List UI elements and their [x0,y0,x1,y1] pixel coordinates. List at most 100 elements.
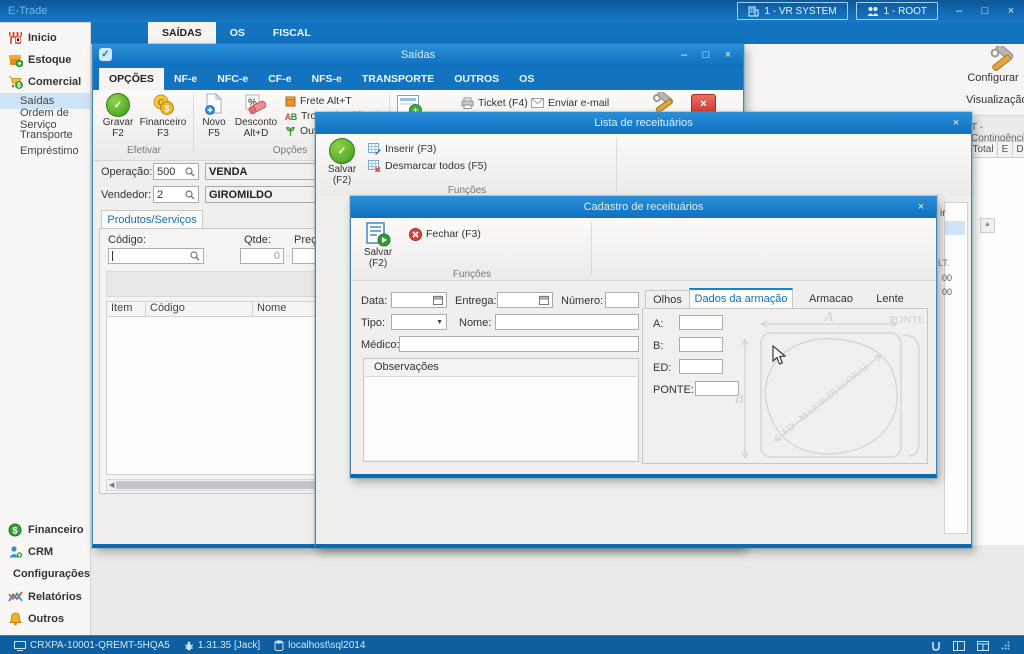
search-icon[interactable] [185,190,195,200]
tab-os[interactable]: OS [216,22,259,44]
close-icon[interactable]: × [945,117,967,129]
tab-nfce[interactable]: NFC-e [207,68,258,90]
dollar-circle-icon: $ [8,523,23,537]
diagram-b-label: B [735,392,744,407]
novo-shortcut: F5 [197,128,231,139]
minimize-icon[interactable]: – [673,49,695,61]
configure-label[interactable]: Configurar [962,72,1024,84]
tab-nfse[interactable]: NFS-e [302,68,352,90]
tab-lente[interactable]: Lente [867,290,913,308]
magnet-icon[interactable] [931,641,941,651]
resize-grip[interactable] [1001,641,1010,650]
desmarcar-todos-button[interactable]: Desmarcar todos (F5) [368,159,487,173]
entrega-input[interactable] [497,292,553,308]
search-icon[interactable] [185,167,195,177]
tab-opcoes[interactable]: OPÇÕES [99,68,164,90]
field-a-input[interactable] [679,315,723,330]
bug-icon [184,641,194,651]
sidebar-item-emprestimo[interactable]: Empréstimo [0,143,90,159]
configure-tools-icon[interactable] [988,46,1016,72]
sidebar-item-outros[interactable]: Outros [0,610,90,628]
close-icon[interactable]: × [717,49,739,61]
saidas-titlebar[interactable]: ✓ Saídas – □ × [93,44,743,66]
tab-saidas[interactable]: SAÍDAS [148,22,216,44]
scroll-up-arrow[interactable]: ▲ [980,218,995,233]
tab-cfe[interactable]: CF-e [258,68,301,90]
sidebar-item-configuracoes[interactable]: Configurações [0,565,90,583]
observacoes-label: Observações [374,361,439,373]
fechar-button[interactable]: Fechar (F3) [409,227,481,241]
sidebar-item-ordem-de-servico[interactable]: Ordem de Serviço [0,111,90,127]
window-layout-icon[interactable] [977,641,989,651]
tab-dados-da-armacao[interactable]: Dados da armação [689,288,793,308]
sidebar-item-estoque[interactable]: Estoque [0,51,90,69]
background-grid-body [968,158,1024,545]
sidebar-item-financeiro[interactable]: $ Financeiro [0,521,90,539]
tools-icon[interactable] [651,92,677,114]
company-button[interactable]: 1 - VR SYSTEM [737,2,847,20]
maximize-icon[interactable]: □ [695,49,717,61]
vendedor-label: Vendedor: [101,189,151,201]
scroll-left-arrow[interactable]: ◀ [109,481,114,489]
sidebar-item-comercial[interactable]: $ Comercial [0,73,90,91]
field-ed-input[interactable] [679,359,723,374]
tab-nfe[interactable]: NF-e [164,68,207,90]
observacoes-textarea[interactable] [365,376,637,460]
desconto-button[interactable]: % Desconto Alt+D [233,93,279,139]
save-check-icon: ✓ [106,93,130,117]
panel-layout-icon[interactable] [953,641,965,651]
column-header-codigo[interactable]: Código [146,302,253,316]
sidebar-item-crm[interactable]: CRM [0,543,90,561]
tab-outros[interactable]: OUTROS [444,68,509,90]
data-input[interactable] [391,292,447,308]
sidebar-item-transporte[interactable]: Transporte [0,127,90,143]
financeiro-button[interactable]: C$ Financeiro F3 [137,93,189,139]
calendar-icon[interactable] [539,295,549,305]
inserir-button[interactable]: Inserir (F3) [368,142,436,156]
cadastro-titlebar[interactable]: Cadastro de receituários × [351,196,936,218]
grid-value-fragment: 00 [942,273,952,283]
ticket-button[interactable]: Ticket (F4) [461,96,528,110]
tab-armacao[interactable]: Armacao [801,290,861,308]
sidebar-item-label: Comercial [28,76,81,88]
numero-input[interactable] [605,292,639,308]
user-label: 1 - ROOT [884,6,927,17]
save-check-icon: ✓ [329,138,355,164]
tab-olhos[interactable]: Olhos [645,290,689,308]
medico-input[interactable] [399,336,639,352]
tab-fiscal[interactable]: FISCAL [259,22,325,44]
sidebar-item-inicio[interactable]: Inicio [0,29,90,47]
search-icon[interactable] [190,251,200,261]
tab-transporte[interactable]: TRANSPORTE [352,68,444,90]
qtde-input[interactable]: 0 [240,248,284,264]
gravar-button[interactable]: ✓ Gravar F2 [99,93,137,139]
sidebar-item-relatorios[interactable]: Relatórios [0,588,90,606]
user-button[interactable]: 1 - ROOT [856,2,938,20]
field-b-input[interactable] [679,337,723,352]
vendedor-code-input[interactable]: 2 [153,186,199,203]
tipo-select[interactable]: ▼ [391,314,447,330]
diagram-a-label: A [824,311,834,325]
close-screen-button[interactable]: × [691,94,716,114]
lista-salvar-button[interactable]: ✓ Salvar (F2) [322,138,362,186]
database-icon [274,640,284,651]
email-button[interactable]: Enviar e-mail [531,96,609,110]
operacao-code-input[interactable]: 500 [153,163,199,180]
app-maximize-button[interactable]: □ [972,5,998,17]
lista-titlebar[interactable]: Lista de receituários × [316,112,971,134]
app-minimize-button[interactable]: – [946,5,972,17]
tab-os[interactable]: OS [509,68,544,90]
frete-label: Frete Alt+T [300,95,352,107]
calendar-icon[interactable] [433,295,443,305]
codigo-input[interactable] [108,248,204,264]
app-close-button[interactable]: × [998,5,1024,17]
frete-button[interactable]: Frete Alt+T [285,94,352,108]
tab-produtos-servicos[interactable]: Produtos/Serviços [101,210,203,229]
column-header-item[interactable]: Item [107,302,146,316]
cadastro-salvar-button[interactable]: Salvar (F2) [357,221,399,269]
saidas-window-title: Saídas [93,49,743,61]
novo-button[interactable]: Novo F5 [197,93,231,139]
svg-text:$: $ [164,103,169,113]
close-icon[interactable]: × [910,201,932,213]
nome-input[interactable] [495,314,639,330]
